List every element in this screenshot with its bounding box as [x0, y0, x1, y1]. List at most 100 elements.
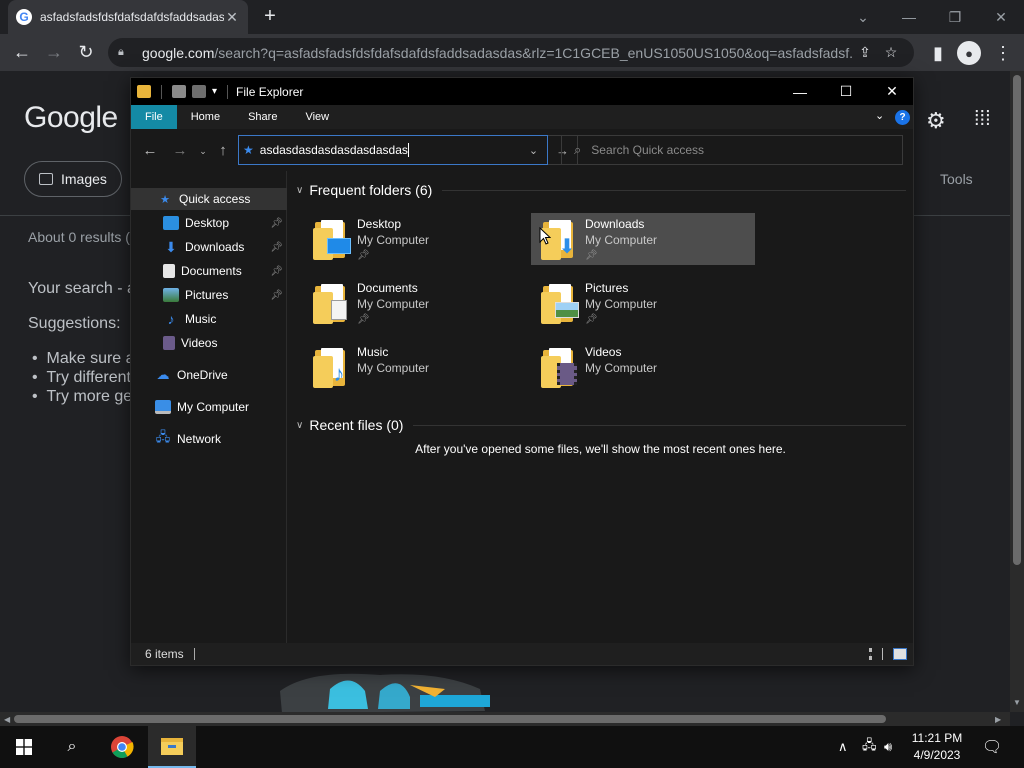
google-apps-icon[interactable]: ⁞⁞⁞	[974, 108, 991, 131]
sidebar-item-desktop[interactable]: Desktop 📌︎	[131, 212, 287, 234]
browser-restore-button[interactable]: ❐	[932, 0, 978, 34]
large-icons-view-icon[interactable]	[893, 648, 907, 660]
folder-location: My Computer	[357, 233, 430, 247]
collapse-chevron-icon[interactable]: ∨	[296, 185, 303, 196]
bookmark-star-icon[interactable]: ☆	[878, 44, 904, 61]
sidebar-item-music[interactable]: ♪ Music	[131, 308, 287, 330]
desktop-icon	[163, 216, 179, 230]
folder-tile-music[interactable]: ♪ Music My Computer	[303, 341, 527, 393]
recent-files-header[interactable]: ∨ Recent files (0)	[296, 417, 906, 433]
google-logo[interactable]: Google	[24, 101, 118, 135]
folder-tile-desktop[interactable]: Desktop My Computer 📌︎	[303, 213, 527, 265]
page-horizontal-scrollbar[interactable]: ◀ ▶	[0, 712, 1010, 726]
customize-toolbar-chevron-icon[interactable]: ▾	[212, 86, 217, 97]
taskbar-file-explorer-button[interactable]	[148, 726, 196, 768]
explorer-address-input[interactable]: ★ asdasdasdasdasdasdasdas ⌄	[238, 135, 548, 165]
up-one-level-button[interactable]: ↑	[213, 141, 233, 161]
folder-tile-videos[interactable]: Videos My Computer	[531, 341, 755, 393]
settings-gear-icon[interactable]: ⚙	[926, 108, 946, 134]
computer-icon	[155, 400, 171, 414]
sidebar-item-pictures[interactable]: Pictures 📌︎	[131, 284, 287, 306]
folder-tile-downloads[interactable]: ⬇ Downloads My Computer 📌︎	[531, 213, 755, 265]
content-pane: ∨ Frequent folders (6) Desktop My Comput…	[288, 171, 913, 643]
horizontal-scroll-thumb[interactable]	[14, 715, 886, 723]
show-hidden-icons-chevron-icon[interactable]: ∧	[838, 726, 848, 768]
tab-search-chevron-icon[interactable]: ⌄	[840, 0, 886, 34]
windows-logo-icon	[16, 739, 32, 755]
explorer-minimize-button[interactable]: —	[777, 78, 823, 105]
tab-close-icon[interactable]: ✕	[224, 9, 240, 26]
downloads-icon: ⬇	[165, 238, 177, 255]
address-history-dropdown-icon[interactable]: ⌄	[519, 143, 547, 157]
recent-locations-chevron-icon[interactable]: ⌄	[193, 141, 213, 161]
system-clock[interactable]: 11:21 PM 4/9/2023	[900, 730, 974, 764]
collapse-chevron-icon[interactable]: ∨	[296, 420, 303, 431]
vertical-scroll-thumb[interactable]	[1013, 75, 1021, 565]
new-tab-button[interactable]: +	[258, 5, 282, 29]
sidebar-item-documents[interactable]: Documents 📌︎	[131, 260, 287, 282]
details-view-icon[interactable]	[869, 648, 883, 660]
side-panel-icon[interactable]: ▮	[922, 37, 954, 69]
volume-icon[interactable]: 🔊︎	[884, 726, 892, 768]
url-text[interactable]: google.com/search?q=asfadsfadsfdsfdafsda…	[142, 45, 852, 61]
ribbon-tab-home[interactable]: Home	[177, 105, 234, 129]
divider	[413, 424, 906, 426]
help-icon[interactable]: ?	[895, 110, 910, 125]
browser-minimize-button[interactable]: —	[886, 0, 932, 34]
folder-tile-pictures[interactable]: Pictures My Computer 📌︎	[531, 277, 755, 329]
documents-icon	[163, 264, 175, 278]
sidebar-item-quick-access[interactable]: ★ Quick access	[131, 188, 287, 210]
tools-button[interactable]: Tools	[940, 171, 973, 187]
sidebar-item-downloads[interactable]: ⬇ Downloads 📌︎	[131, 236, 287, 258]
browser-close-button[interactable]: ✕	[978, 0, 1024, 34]
scroll-left-arrow-icon[interactable]: ◀	[4, 715, 10, 724]
start-button[interactable]	[0, 726, 48, 768]
reload-button[interactable]: ↻	[70, 37, 102, 69]
sidebar-item-label: Network	[177, 432, 222, 446]
group-title: Frequent folders (6)	[309, 182, 433, 198]
pin-icon: 📌︎	[585, 314, 598, 325]
new-folder-icon[interactable]	[192, 85, 206, 98]
pin-icon[interactable]: 📌︎	[270, 290, 283, 301]
sidebar-item-my-computer[interactable]: My Computer	[131, 396, 287, 418]
page-vertical-scrollbar[interactable]: ▼	[1010, 71, 1024, 712]
expand-ribbon-chevron-icon[interactable]: ⌄	[875, 109, 884, 122]
ribbon-tab-view[interactable]: View	[291, 105, 343, 129]
sidebar-item-onedrive[interactable]: ☁ OneDrive	[131, 364, 287, 386]
forward-button[interactable]: →	[38, 37, 70, 69]
explorer-maximize-button[interactable]: ☐	[823, 78, 869, 105]
properties-icon[interactable]	[172, 85, 186, 98]
folder-location: My Computer	[585, 233, 658, 247]
share-icon[interactable]: ⇪	[852, 44, 878, 61]
scroll-right-arrow-icon[interactable]: ▶	[995, 715, 1001, 724]
pin-icon[interactable]: 📌︎	[270, 242, 283, 253]
folder-tile-documents[interactable]: Documents My Computer 📌︎	[303, 277, 527, 329]
ribbon-tab-file[interactable]: File	[131, 105, 177, 129]
address-bar[interactable]: 🔒︎ google.com/search?q=asfadsfadsfdsfdaf…	[108, 38, 914, 67]
images-filter-chip[interactable]: Images	[24, 161, 122, 197]
folder-name: Downloads	[585, 217, 645, 231]
back-button[interactable]: ←	[6, 37, 38, 69]
ribbon-tab-share[interactable]: Share	[234, 105, 291, 129]
explorer-forward-button[interactable]: →	[170, 141, 190, 161]
onedrive-cloud-icon: ☁	[156, 367, 170, 382]
browser-tab[interactable]: G asfadsfadsfdsfdafsdafdsfaddsadasdas - …	[8, 0, 248, 34]
explorer-back-button[interactable]: ←	[140, 141, 160, 161]
tab-title: asfadsfadsfdsfdafsdafdsfaddsadasdas - Go…	[40, 10, 224, 24]
chrome-logo-icon	[111, 736, 134, 758]
taskbar-chrome-button[interactable]	[98, 726, 146, 768]
notification-center-icon[interactable]: 🗨︎	[982, 726, 1002, 768]
explorer-close-button[interactable]: ✕	[869, 78, 915, 105]
profile-avatar-icon[interactable]: ●	[957, 41, 981, 65]
taskbar-search-button[interactable]: ⌕	[48, 726, 96, 768]
explorer-title-bar[interactable]: ▾ File Explorer — ☐ ✕	[131, 78, 913, 105]
pin-icon[interactable]: 📌︎	[270, 218, 283, 229]
chrome-menu-icon[interactable]: ⋮	[987, 37, 1019, 69]
pin-icon[interactable]: 📌︎	[270, 266, 283, 277]
scroll-down-arrow-icon[interactable]: ▼	[1013, 698, 1021, 707]
sidebar-item-network[interactable]: 🖧︎ Network	[131, 428, 287, 450]
frequent-folders-header[interactable]: ∨ Frequent folders (6)	[296, 182, 906, 198]
explorer-search-input[interactable]: ⌕ Search Quick access	[561, 135, 903, 165]
sidebar-item-videos[interactable]: Videos	[131, 332, 287, 354]
network-status-icon[interactable]: 🖧︎	[862, 726, 877, 768]
